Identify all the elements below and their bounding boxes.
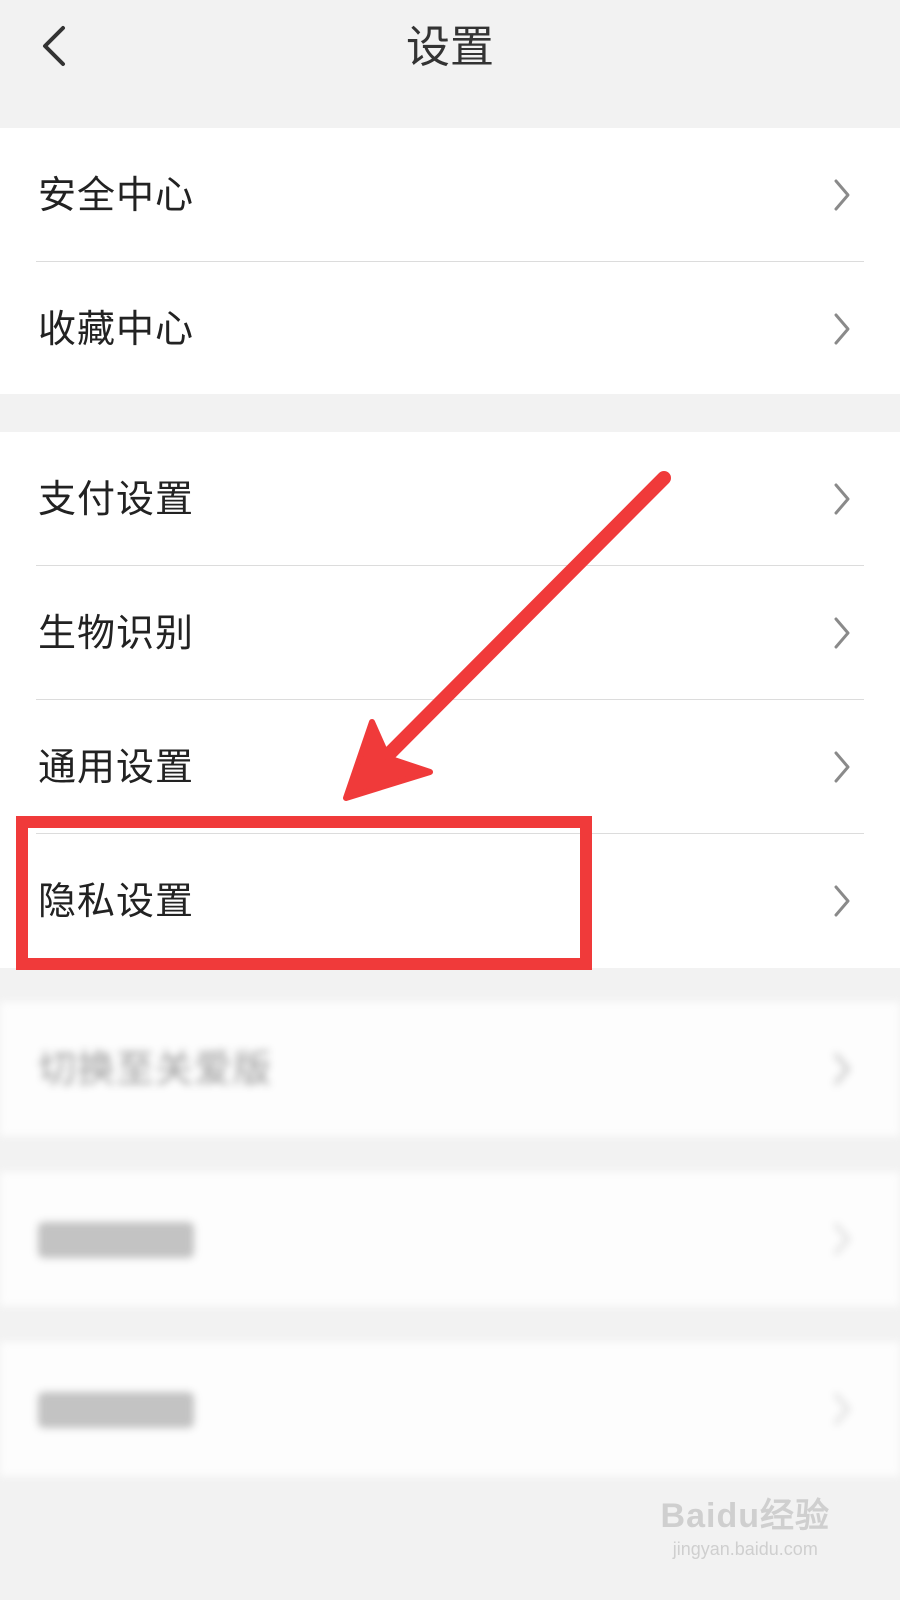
nav-bar: 设置 [0,0,900,128]
chevron-right-icon [834,751,850,783]
settings-item-privacy-settings[interactable]: 隐私设置 [0,834,900,968]
settings-group-4 [0,1172,900,1306]
watermark-url: jingyan.baidu.com [672,1539,818,1559]
chevron-right-icon [834,1393,850,1425]
settings-item-label: 收藏中心 [38,307,195,351]
settings-item-security-center[interactable]: 安全中心 [0,128,900,262]
settings-item-switch-care-mode[interactable]: 切换至关爱版 [0,1002,900,1136]
chevron-right-icon [834,885,850,917]
chevron-right-icon [834,483,850,515]
settings-item-payment-settings[interactable]: 支付设置 [0,432,900,566]
chevron-right-icon [834,313,850,345]
settings-group-5 [0,1342,900,1476]
obscured-label [38,1392,194,1428]
chevron-right-icon [834,617,850,649]
settings-item-label: 生物识别 [38,611,195,655]
chevron-right-icon [834,1053,850,1085]
settings-item-label: 通用设置 [38,745,195,789]
settings-item-biometrics[interactable]: 生物识别 [0,566,900,700]
watermark: Baidu经验 jingyan.baidu.com [661,1488,830,1560]
settings-item-favorites-center[interactable]: 收藏中心 [0,262,900,396]
chevron-right-icon [834,1223,850,1255]
settings-item-obscured[interactable] [0,1342,900,1476]
chevron-right-icon [834,179,850,211]
page-title: 设置 [406,22,494,73]
obscured-label [38,1222,194,1258]
settings-item-label: 支付设置 [38,477,195,521]
settings-item-label: 隐私设置 [38,879,195,923]
settings-item-label: 切换至关爱版 [38,1047,273,1091]
settings-group-1: 安全中心 收藏中心 [0,128,900,394]
settings-group-2: 支付设置 生物识别 通用设置 隐私设置 [0,432,900,968]
watermark-brand: Baidu经验 [660,1497,830,1535]
settings-group-3: 切换至关爱版 [0,1002,900,1136]
settings-item-obscured[interactable] [0,1172,900,1306]
settings-item-general-settings[interactable]: 通用设置 [0,700,900,834]
settings-item-label: 安全中心 [38,173,195,217]
